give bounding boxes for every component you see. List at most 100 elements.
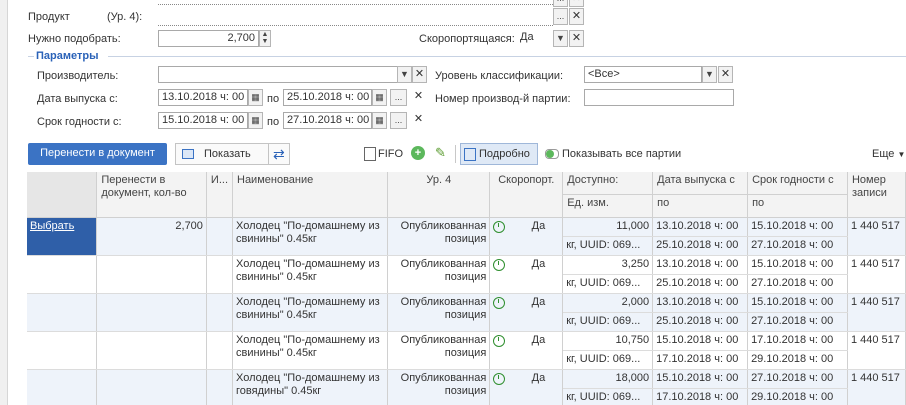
header-level[interactable]: Ур. 4 xyxy=(387,172,491,218)
release-to-cell: 17.10.2018 ч: 00 xyxy=(652,350,749,370)
need-quantity-input[interactable]: 2,700 xyxy=(158,30,259,47)
edit-pencil-icon[interactable]: ✎ xyxy=(435,145,446,161)
name-cell: Холодец "По-домашнему из свинины" 0.45кг xyxy=(232,293,389,332)
classification-dropdown-button[interactable]: ▼ xyxy=(702,66,717,83)
perishable-value: Да xyxy=(531,334,546,346)
table-row[interactable]: Холодец "По-домашнему из свинины" 0.45кг… xyxy=(27,331,906,370)
batch-number-input[interactable] xyxy=(584,89,734,106)
show-all-batches-label: Показывать все партии xyxy=(562,148,682,160)
available-cell: 3,250 xyxy=(562,255,654,275)
header-transfer-qty[interactable]: Перенести в документ, кол-во xyxy=(96,172,207,218)
header-select xyxy=(27,172,98,218)
release-to-cell: 25.10.2018 ч: 00 xyxy=(652,236,749,256)
release-to-calendar-icon[interactable]: ▦ xyxy=(372,89,387,106)
transfer-to-document-button[interactable]: Перенести в документ xyxy=(28,143,167,165)
product-select-button[interactable]: ... xyxy=(553,8,568,25)
chevron-down-icon: ▼ xyxy=(897,150,906,159)
clock-icon xyxy=(493,297,506,309)
release-clear-button[interactable]: ✕ xyxy=(411,89,426,106)
transfer-qty-cell[interactable] xyxy=(96,293,207,332)
detailed-tree-icon xyxy=(464,148,476,161)
release-from-input[interactable]: 13.10.2018 ч: 00 xyxy=(158,89,248,106)
expiry-to-input[interactable]: 27.10.2018 ч: 00 xyxy=(283,112,372,129)
table-row[interactable]: Холодец "По-домашнему из говядины" 0.45к… xyxy=(27,369,906,405)
detailed-toggle-button[interactable]: Подробно xyxy=(460,143,538,165)
transfer-qty-cell[interactable] xyxy=(96,255,207,294)
choose-link[interactable] xyxy=(27,293,98,332)
manufacturer-input[interactable] xyxy=(158,66,398,83)
release-from-cell: 13.10.2018 ч: 00 xyxy=(652,293,749,313)
show-label: Показать xyxy=(204,148,251,160)
fifo-icon xyxy=(364,147,376,161)
expiry-from-calendar-icon[interactable]: ▦ xyxy=(248,112,263,129)
release-from-calendar-icon[interactable]: ▦ xyxy=(248,89,263,106)
release-period-button[interactable]: ... xyxy=(390,89,407,106)
choose-link[interactable] xyxy=(27,255,98,294)
classification-select[interactable]: <Все> xyxy=(584,66,702,83)
perishable-dropdown-button[interactable]: ▼ xyxy=(553,30,568,47)
transfer-qty-cell[interactable]: 2,700 xyxy=(96,217,207,256)
show-button[interactable]: Показать ⇄ xyxy=(175,143,290,165)
transfer-qty-cell[interactable] xyxy=(96,331,207,370)
expiry-from-cell: 15.10.2018 ч: 00 xyxy=(747,293,848,313)
choose-link[interactable] xyxy=(27,369,98,405)
more-menu-button[interactable]: Еще ▼ xyxy=(872,148,905,160)
table-row[interactable]: Холодец "По-домашнему из свинины" 0.45кг… xyxy=(27,255,906,294)
header-expiry-from[interactable]: Срок годности с xyxy=(747,172,848,195)
expiry-from-cell: 27.10.2018 ч: 00 xyxy=(747,369,848,389)
release-to-input[interactable]: 25.10.2018 ч: 00 xyxy=(283,89,372,106)
record-cell: 1 440 517 xyxy=(847,293,906,332)
expiry-to-cell: 27.10.2018 ч: 00 xyxy=(747,236,848,256)
header-record-number[interactable]: Номер записи xyxy=(847,172,906,218)
i-cell xyxy=(206,255,234,294)
top-cut-clear-button[interactable]: ✕ xyxy=(569,0,584,7)
choose-link[interactable]: Выбрать xyxy=(27,217,98,256)
header-i[interactable]: И... xyxy=(206,172,234,218)
expiry-to-calendar-icon[interactable]: ▦ xyxy=(372,112,387,129)
header-expiry-to[interactable]: по xyxy=(747,194,848,218)
name-cell: Холодец "По-домашнему из говядины" 0.45к… xyxy=(232,369,389,405)
product-field[interactable] xyxy=(158,9,553,26)
expiry-clear-button[interactable]: ✕ xyxy=(411,112,426,129)
release-date-label: Дата выпуска с: xyxy=(37,93,118,105)
perishable-cell: Да xyxy=(489,293,564,332)
expiry-to-cell: 27.10.2018 ч: 00 xyxy=(747,312,848,332)
params-group-line-left xyxy=(28,56,34,57)
header-release-to[interactable]: по xyxy=(652,194,749,218)
classification-clear-button[interactable]: ✕ xyxy=(718,66,733,83)
i-cell xyxy=(206,331,234,370)
clock-icon xyxy=(493,259,506,271)
expiry-from-cell: 15.10.2018 ч: 00 xyxy=(747,217,848,237)
header-unit[interactable]: Ед. изм. xyxy=(562,194,654,218)
record-cell: 1 440 517 xyxy=(847,331,906,370)
expiry-from-input[interactable]: 15.10.2018 ч: 00 xyxy=(158,112,248,129)
expiry-po-label: по xyxy=(267,116,280,128)
header-name[interactable]: Наименование xyxy=(232,172,389,218)
header-release-from[interactable]: Дата выпуска с xyxy=(652,172,749,195)
expiry-to-cell: 29.10.2018 ч: 00 xyxy=(747,350,848,370)
add-icon[interactable]: + xyxy=(411,146,425,160)
top-cut-select-button[interactable]: ... xyxy=(553,0,568,7)
table-row[interactable]: Выбрать 2,700 Холодец "По-домашнему из сви… xyxy=(27,217,906,256)
perishable-select[interactable]: Да xyxy=(517,30,554,47)
perishable-clear-button[interactable]: ✕ xyxy=(569,30,584,47)
level-cell: Опубликованная позиция xyxy=(387,255,491,294)
need-quantity-stepper[interactable]: ▲ ▼ xyxy=(259,30,271,47)
product-clear-button[interactable]: ✕ xyxy=(569,8,584,25)
i-cell xyxy=(206,217,234,256)
transfer-qty-cell[interactable] xyxy=(96,369,207,405)
choose-link[interactable] xyxy=(27,331,98,370)
show-all-batches-toggle[interactable] xyxy=(545,149,559,159)
level-cell: Опубликованная позиция xyxy=(387,293,491,332)
expiry-period-button[interactable]: ... xyxy=(390,112,407,129)
manufacturer-dropdown-button[interactable]: ▼ xyxy=(397,66,412,83)
unit-cell: кг, UUID: 069... xyxy=(562,350,654,370)
header-perishable[interactable]: Скоропорт. xyxy=(489,172,564,218)
release-po-label: по xyxy=(267,93,280,105)
perishable-label: Скоропортящаяся: xyxy=(419,33,515,45)
manufacturer-clear-button[interactable]: ✕ xyxy=(412,66,427,83)
fifo-button[interactable]: FIFO xyxy=(378,148,403,160)
header-available[interactable]: Доступно: xyxy=(562,172,654,195)
table-row[interactable]: Холодец "По-домашнему из свинины" 0.45кг… xyxy=(27,293,906,332)
release-to-cell: 25.10.2018 ч: 00 xyxy=(652,274,749,294)
